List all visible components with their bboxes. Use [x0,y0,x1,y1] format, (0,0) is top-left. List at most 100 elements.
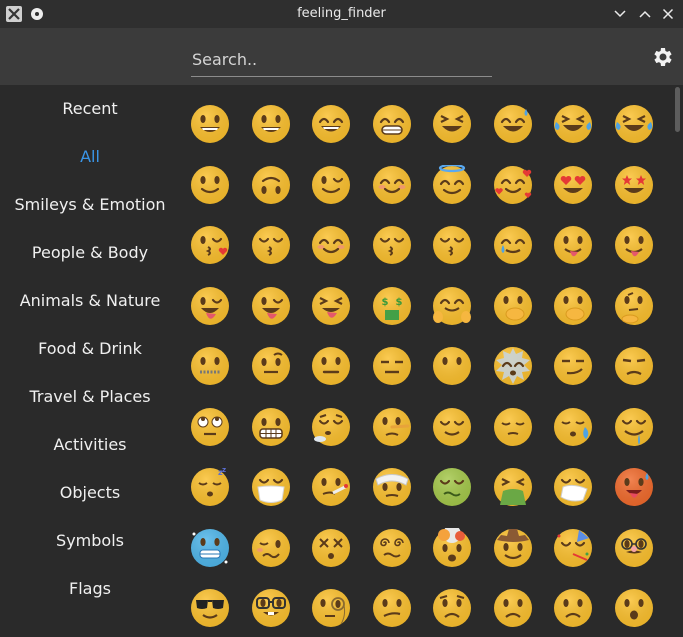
emoji-sleepy-face[interactable] [548,402,598,452]
emoji-face-with-spiral-eyes[interactable] [367,523,417,573]
sidebar-item-people-body[interactable]: People & Body [0,238,180,268]
sidebar-item-activities[interactable]: Activities [0,430,180,460]
emoji-frowning-face[interactable] [548,583,598,633]
emoji-confused-face[interactable] [367,583,417,633]
emoji-smiling-face-with-smiling-eyes[interactable] [367,160,417,210]
frowning-face-icon [554,589,592,627]
emoji-slightly-frowning-face[interactable] [488,583,538,633]
emoji-grinning-squinting-face[interactable] [427,99,477,149]
emoji-slightly-smiling-face[interactable] [185,160,235,210]
emoji-smiling-face[interactable] [306,220,356,270]
emoji-neutral-face[interactable] [306,341,356,391]
emoji-cold-face[interactable] [185,523,235,573]
emoji-face-savoring-food[interactable] [548,220,598,270]
scrollbar[interactable] [672,85,683,637]
emoji-pensive-face[interactable] [488,402,538,452]
money-mouth-face-icon: $ $ [372,286,411,325]
gear-icon [654,48,672,66]
emoji-grinning-face-with-big-eyes[interactable] [246,99,296,149]
search-input[interactable] [191,46,492,77]
face-with-thermometer-icon [312,468,350,506]
window-title: feeling_finder [297,6,386,21]
emoji-hot-face[interactable] [609,462,659,512]
lying-face-icon [312,407,350,446]
sidebar-item-all[interactable]: All [0,142,180,172]
emoji-knocked-out-face[interactable] [306,523,356,573]
emoji-smiling-face-with-heart-eyes[interactable] [548,160,598,210]
emoji-nerd-face[interactable] [246,583,296,633]
emoji-face-with-thermometer[interactable] [306,462,356,512]
scrollbar-thumb[interactable] [675,87,680,132]
emoji-partying-face[interactable] [548,523,598,573]
sidebar-item-recent[interactable]: Recent [0,94,180,124]
emoji-squinting-face-with-tongue[interactable] [306,281,356,331]
emoji-smiling-face-with-sunglasses[interactable] [185,583,235,633]
emoji-face-exhaling[interactable] [488,341,538,391]
emoji-relieved-face[interactable] [427,402,477,452]
winking-face-with-tongue-icon [191,286,229,325]
emoji-face-vomiting[interactable] [488,462,538,512]
emoji-money-mouth-face[interactable]: $ $ [367,281,417,331]
emoji-face-with-monocle[interactable] [306,583,356,633]
woozy-face-icon [251,528,290,567]
emoji-smirking-face[interactable] [548,341,598,391]
emoji-grinning-face-with-smiling-eyes[interactable] [306,99,356,149]
smiling-face-with-sunglasses-icon [191,589,229,627]
emoji-smiling-face-with-halo[interactable] [427,160,477,210]
emoji-worried-face[interactable] [427,583,477,633]
emoji-rolling-on-the-floor-laughing[interactable] [548,99,598,149]
emoji-winking-face[interactable] [306,160,356,210]
zipper-mouth-face-icon [191,347,229,385]
emoji-face-with-medical-mask[interactable] [246,462,296,512]
emoji-woozy-face[interactable] [246,523,296,573]
emoji-upside-down-face[interactable] [246,160,296,210]
emoji-face-with-tears-of-joy[interactable] [609,99,659,149]
close-button[interactable] [658,4,678,24]
settings-button[interactable] [651,45,675,69]
emoji-star-struck[interactable] [609,160,659,210]
emoji-face-without-mouth[interactable] [427,341,477,391]
emoji-winking-face-with-tongue[interactable] [185,281,235,331]
emoji-zipper-mouth-face[interactable] [185,341,235,391]
emoji-grinning-face-with-sweat[interactable] [488,99,538,149]
emoji-hugging-face[interactable] [427,281,477,331]
emoji-nauseated-face[interactable] [427,462,477,512]
emoji-shushing-face[interactable] [548,281,598,331]
sidebar-item-objects[interactable]: Objects [0,478,180,508]
emoji-cowboy-hat-face[interactable] [488,523,538,573]
emoji-face-blowing-a-kiss[interactable] [185,220,235,270]
emoji-unamused-face[interactable] [609,341,659,391]
emoji-beaming-face-with-smiling-eyes[interactable] [367,99,417,149]
emoji-face-with-raised-eyebrow[interactable] [246,341,296,391]
sidebar-item-animals-nature[interactable]: Animals & Nature [0,286,180,316]
emoji-kissing-face[interactable] [246,220,296,270]
emoji-smiling-face-with-hearts[interactable] [488,160,538,210]
emoji-expressionless-face[interactable] [367,341,417,391]
emoji-smiling-face-with-tear[interactable] [488,220,538,270]
emoji-grinning-face[interactable] [185,99,235,149]
emoji-sleeping-face[interactable]: zz [185,462,235,512]
sidebar-item-flags[interactable]: Flags [0,574,180,604]
emoji-kissing-face-with-smiling-eyes[interactable] [427,220,477,270]
emoji-thinking-face[interactable] [609,281,659,331]
sidebar-item-symbols[interactable]: Symbols [0,526,180,556]
emoji-face-with-hand-over-mouth[interactable] [488,281,538,331]
emoji-zany-face[interactable] [246,281,296,331]
sidebar-item-food-drink[interactable]: Food & Drink [0,334,180,364]
sidebar-item-smileys-emotion[interactable]: Smileys & Emotion [0,190,180,220]
emoji-drooling-face[interactable] [609,402,659,452]
minimize-button[interactable] [610,4,630,24]
emoji-face-with-open-mouth[interactable] [609,583,659,633]
emoji-sneezing-face[interactable] [548,462,598,512]
emoji-face-with-head-bandage[interactable] [367,462,417,512]
emoji-exploding-head[interactable] [427,523,477,573]
emoji-lying-face[interactable] [306,402,356,452]
maximize-button[interactable] [635,4,655,24]
emoji-face-with-tongue[interactable] [609,220,659,270]
emoji-grimacing-face[interactable] [246,402,296,452]
emoji-disguised-face[interactable] [609,523,659,573]
emoji-kissing-face-with-closed-eyes[interactable] [367,220,417,270]
emoji-face-with-long-nose[interactable] [367,402,417,452]
sidebar-item-travel-places[interactable]: Travel & Places [0,382,180,412]
emoji-face-with-rolling-eyes[interactable] [185,402,235,452]
